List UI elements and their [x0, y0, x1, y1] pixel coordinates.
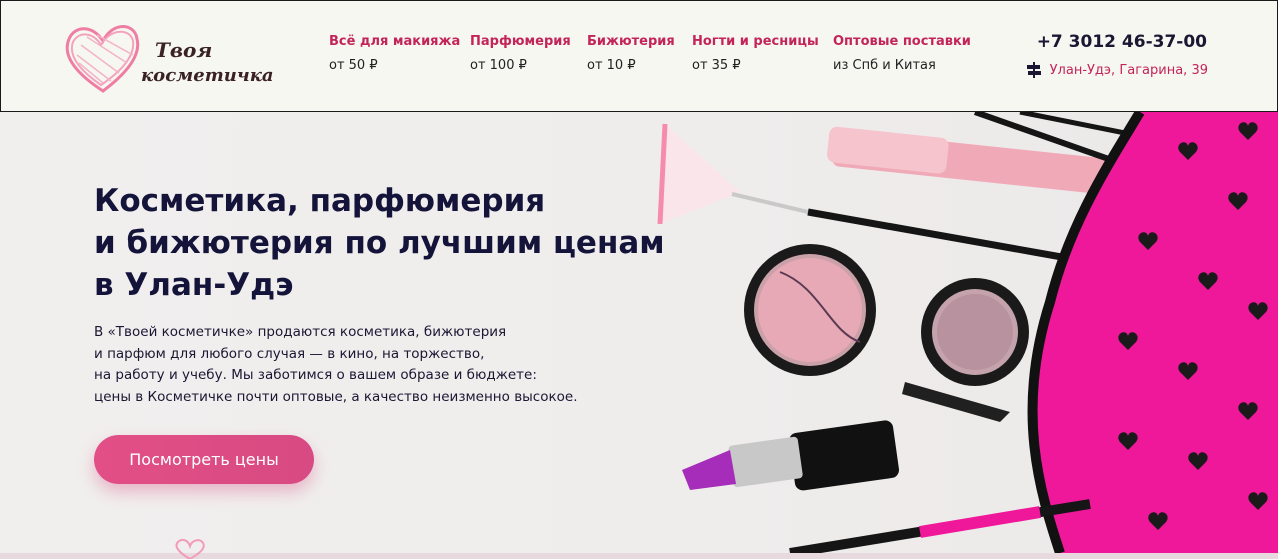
- nav-item-makeup[interactable]: Всё для макияжа от 50 ₽: [329, 34, 460, 74]
- nav-item-perfume[interactable]: Парфюмерия от 100 ₽: [470, 34, 571, 74]
- signpost-icon: [1026, 62, 1041, 78]
- logo-line-1: Твоя: [155, 38, 213, 62]
- heart-logo-icon: [65, 25, 140, 93]
- eyeshadow-compact-small: [902, 278, 1029, 422]
- nav-item-title: Парфюмерия: [470, 34, 571, 49]
- hero-title: Косметика, парфюмерия и бижютерия по луч…: [94, 180, 665, 306]
- nav-item-nails[interactable]: Ногти и ресницы от 35 ₽: [692, 34, 819, 74]
- nav-item-price: от 100 ₽: [470, 58, 527, 73]
- hero-title-line: в Улан-Удэ: [94, 267, 294, 303]
- view-prices-button[interactable]: Посмотреть цены: [94, 435, 314, 484]
- lipstick: [682, 420, 900, 491]
- hero-description-line: на работу и учебу. Мы заботимся о вашем …: [94, 367, 537, 383]
- decorative-heart-icon: [175, 538, 205, 559]
- address-link[interactable]: Улан-Удэ, Гагарина, 39: [1026, 62, 1208, 78]
- hero-description-line: цены в Косметичке почти оптовые, а качес…: [94, 388, 578, 405]
- logo-line-2: косметичка: [141, 65, 274, 86]
- nav-item-wholesale[interactable]: Оптовые поставки из Спб и Китая: [833, 34, 971, 74]
- logo-text: Твоя косметичка: [141, 37, 274, 89]
- lip-gloss: [827, 126, 1133, 197]
- hero-description: В «Твоей косметичке» продаются косметика…: [94, 322, 578, 408]
- hero-description-line: В «Твоей косметичке» продаются косметика…: [94, 324, 507, 340]
- hero-title-line: и бижютерия по лучшим ценам: [94, 225, 665, 261]
- nav-item-price: от 35 ₽: [692, 58, 741, 73]
- hero-title-line: Косметика, парфюмерия: [94, 183, 546, 219]
- nav-item-title: Бижютерия: [587, 34, 675, 49]
- phone-link[interactable]: +7 3012 46-37-00: [1037, 32, 1207, 52]
- site-header: Твоя косметичка Всё для макияжа от 50 ₽ …: [0, 0, 1278, 112]
- cosmetics-photo: [657, 112, 1278, 553]
- nav-item-jewelry[interactable]: Бижютерия от 10 ₽: [587, 34, 675, 74]
- nav-item-title: Ногти и ресницы: [692, 34, 819, 49]
- hero-description-line: и парфюм для любого случая — в кино, на …: [94, 345, 485, 362]
- address-text: Улан-Удэ, Гагарина, 39: [1049, 62, 1208, 78]
- hero-section: Косметика, парфюмерия и бижютерия по луч…: [0, 112, 1278, 553]
- eyeshadow-palette-large: [744, 244, 876, 376]
- nav-item-price: из Спб и Китая: [833, 58, 936, 73]
- nav-item-title: Всё для макияжа: [329, 34, 461, 49]
- nav-item-title: Оптовые поставки: [833, 34, 971, 49]
- nav-item-price: от 50 ₽: [329, 58, 378, 73]
- nav-item-price: от 10 ₽: [587, 58, 636, 73]
- logo[interactable]: Твоя косметичка: [61, 15, 274, 99]
